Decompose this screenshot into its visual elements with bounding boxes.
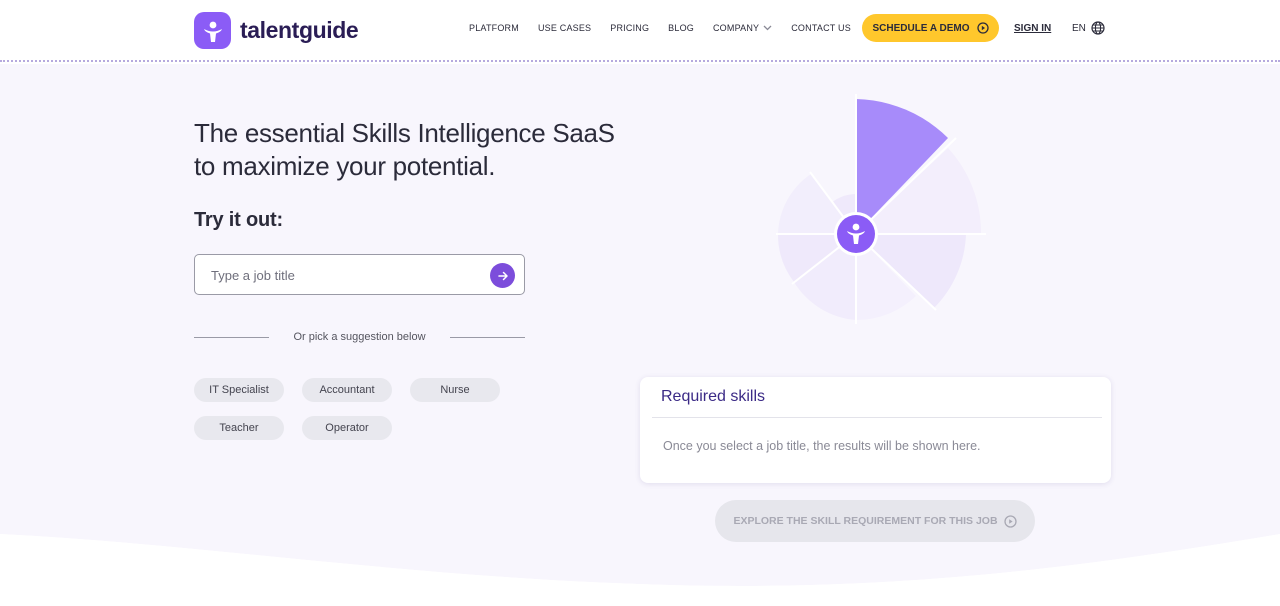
nav-company[interactable]: COMPANY — [713, 23, 772, 33]
job-title-input[interactable] — [211, 265, 481, 285]
job-title-search — [194, 254, 525, 295]
talentguide-logo-icon — [194, 12, 231, 49]
nav-company-label: COMPANY — [712, 23, 760, 33]
schedule-demo-label: SCHEDULE A DEMO — [872, 22, 970, 34]
nav-pricing[interactable]: PRICING — [610, 23, 649, 33]
site-header: talentguide PLATFORM USE CASES PRICING B… — [0, 0, 1280, 62]
nav-use-cases[interactable]: USE CASES — [538, 23, 591, 33]
hero-headline: The essential Skills Intelligence SaaS t… — [194, 118, 615, 181]
required-skills-title: Required skills — [661, 388, 766, 405]
suggestion-chip-accountant[interactable]: Accountant — [302, 378, 392, 402]
schedule-demo-button[interactable]: SCHEDULE A DEMO — [862, 14, 999, 42]
main-nav: PLATFORM USE CASES PRICING BLOG COMPANY … — [469, 23, 870, 33]
suggestion-chip-it-specialist[interactable]: IT Specialist — [194, 378, 284, 402]
arrow-right-icon — [497, 271, 508, 280]
suggestion-chip-nurse[interactable]: Nurse — [410, 378, 500, 402]
suggestion-divider: Or pick a suggestion below — [194, 331, 525, 345]
nav-platform[interactable]: PLATFORM — [469, 23, 519, 33]
explore-skill-requirement-button[interactable]: EXPLORE THE SKILL REQUIREMENT FOR THIS J… — [715, 500, 1035, 542]
suggestion-chip-teacher[interactable]: Teacher — [194, 416, 284, 440]
required-skills-card: Required skills Once you select a job ti… — [640, 377, 1111, 483]
sign-in-link[interactable]: SIGN IN — [1014, 23, 1051, 34]
divider-line-right — [450, 337, 525, 338]
language-selector[interactable]: EN — [1072, 21, 1105, 35]
play-circle-icon — [1003, 514, 1017, 528]
nav-blog[interactable]: BLOG — [668, 23, 694, 33]
explore-button-label: EXPLORE THE SKILL REQUIREMENT FOR THIS J… — [733, 515, 998, 527]
required-skills-empty-state: Once you select a job title, the results… — [663, 439, 981, 453]
play-circle-icon — [976, 22, 989, 34]
skill-wheel-illustration — [776, 94, 986, 324]
logo[interactable]: talentguide — [194, 12, 359, 49]
language-label: EN — [1072, 22, 1086, 34]
try-it-heading: Try it out: — [194, 209, 283, 231]
suggestion-chip-operator[interactable]: Operator — [302, 416, 392, 440]
required-skills-divider — [652, 417, 1102, 418]
hero-background — [0, 64, 1280, 606]
chevron-down-icon — [763, 25, 772, 31]
globe-icon — [1091, 21, 1105, 35]
nav-contact-us[interactable]: CONTACT US — [791, 23, 851, 33]
logo-text: talentguide — [240, 17, 359, 43]
search-submit-button[interactable] — [490, 263, 515, 288]
